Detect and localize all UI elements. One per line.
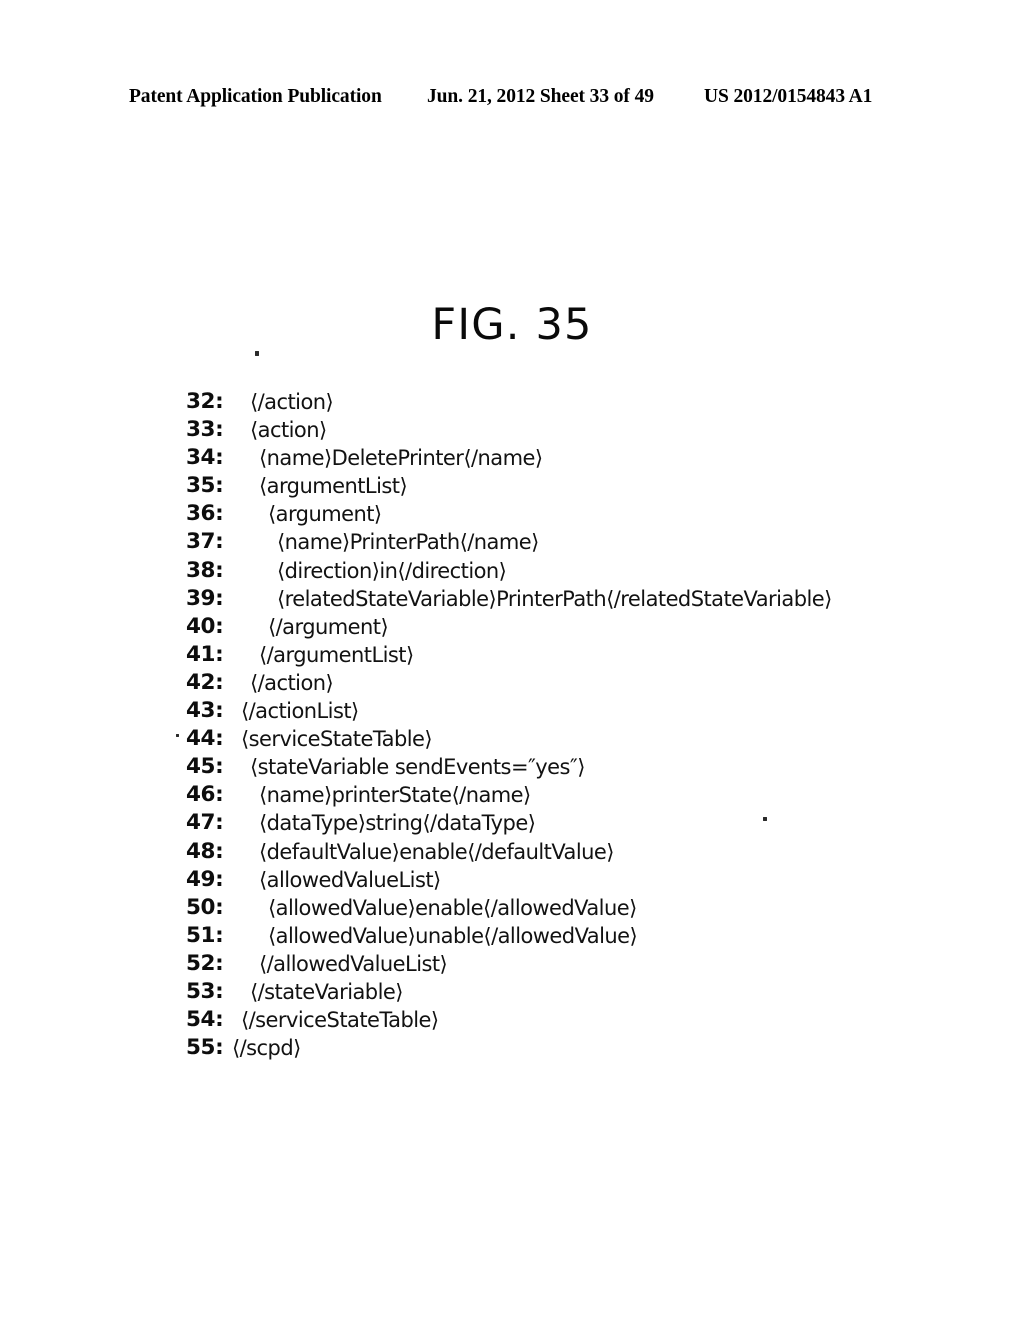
code-line: 43: ⟨/actionList⟩ (186, 697, 986, 725)
code-line: 45: ⟨stateVariable sendEvents=″yes″⟩ (186, 753, 986, 781)
line-code: ⟨name⟩DeletePrinter⟨/name⟩ (259, 446, 543, 471)
line-number: 47: (186, 810, 224, 836)
line-code: ⟨dataType⟩string⟨/dataType⟩ (259, 811, 536, 836)
code-line: 32: ⟨/action⟩ (186, 388, 986, 416)
line-number: 34: (186, 445, 224, 471)
line-code: ⟨allowedValue⟩unable⟨/allowedValue⟩ (268, 923, 638, 948)
line-code: ⟨direction⟩in⟨/direction⟩ (277, 558, 507, 583)
line-number: 35: (186, 473, 224, 499)
scan-speck (176, 734, 179, 737)
document-number: US 2012/0154843 A1 (704, 86, 873, 107)
code-line: 39: ⟨relatedStateVariable⟩PrinterPath⟨/re… (186, 585, 986, 613)
publication-date-and-sheet: Jun. 21, 2012 Sheet 33 of 49 (427, 86, 654, 107)
line-number: 33: (186, 417, 224, 443)
line-code: ⟨serviceStateTable⟩ (241, 727, 433, 752)
code-line: 49: ⟨allowedValueList⟩ (186, 866, 986, 894)
scan-speck (763, 817, 767, 821)
line-code: ⟨/scpd⟩ (232, 1036, 301, 1061)
code-line: 46: ⟨name⟩printerState⟨/name⟩ (186, 781, 986, 809)
code-line: 33: ⟨action⟩ (186, 416, 986, 444)
code-line: 50: ⟨allowedValue⟩enable⟨/allowedValue⟩ (186, 894, 986, 922)
line-number: 45: (186, 754, 224, 780)
code-line: 42: ⟨/action⟩ (186, 669, 986, 697)
line-number: 49: (186, 866, 224, 892)
line-code: ⟨defaultValue⟩enable⟨/defaultValue⟩ (259, 839, 614, 864)
line-number: 32: (186, 389, 224, 414)
code-listing: 32: ⟨/action⟩ 33: ⟨action⟩ 34: ⟨name⟩DeletePr… (186, 388, 986, 1062)
code-line: 54: ⟨/serviceStateTable⟩ (186, 1006, 986, 1034)
line-number: 38: (186, 557, 224, 583)
line-code: ⟨argumentList⟩ (259, 474, 408, 499)
line-code: ⟨/stateVariable⟩ (250, 979, 403, 1004)
line-number: 52: (186, 950, 224, 976)
line-code: ⟨/action⟩ (250, 670, 334, 695)
code-line: 47: ⟨dataType⟩string⟨/dataType⟩ (186, 809, 986, 837)
code-line: 55: ⟨/scpd⟩ (186, 1034, 986, 1062)
line-number: 36: (186, 501, 224, 527)
line-code: ⟨/actionList⟩ (241, 699, 359, 724)
line-code: ⟨/serviceStateTable⟩ (241, 1008, 439, 1033)
line-number: 51: (186, 922, 224, 948)
line-code: ⟨relatedStateVariable⟩PrinterPath⟨/relat… (277, 586, 832, 611)
line-number: 50: (186, 894, 224, 920)
code-line: 48: ⟨defaultValue⟩enable⟨/defaultValue⟩ (186, 838, 986, 866)
code-line: 52: ⟨/allowedValueList⟩ (186, 950, 986, 978)
line-number: 55: (186, 1035, 224, 1061)
patent-page: Patent Application Publication Jun. 21, … (0, 0, 1024, 1320)
code-line: 37: ⟨name⟩PrinterPath⟨/name⟩ (186, 528, 986, 556)
line-number: 41: (186, 641, 224, 667)
line-code: ⟨/argument⟩ (268, 614, 389, 639)
code-line: 44: ⟨serviceStateTable⟩ (186, 725, 986, 753)
line-code: ⟨allowedValueList⟩ (259, 867, 441, 892)
code-line: 53: ⟨/stateVariable⟩ (186, 978, 986, 1006)
line-number: 43: (186, 698, 224, 724)
line-number: 53: (186, 978, 224, 1004)
line-code: ⟨stateVariable sendEvents=″yes″⟩ (250, 755, 585, 780)
code-line: 35: ⟨argumentList⟩ (186, 472, 986, 500)
running-head: Patent Application Publication Jun. 21, … (0, 86, 1024, 112)
line-code: ⟨name⟩printerState⟨/name⟩ (259, 783, 531, 808)
line-number: 39: (186, 585, 224, 611)
line-code: ⟨/argumentList⟩ (259, 642, 414, 667)
line-number: 42: (186, 669, 224, 695)
line-code: ⟨action⟩ (250, 418, 327, 443)
publication-label: Patent Application Publication (129, 86, 382, 107)
line-number: 44: (186, 726, 224, 752)
line-code: ⟨argument⟩ (268, 502, 382, 527)
line-number: 54: (186, 1007, 224, 1033)
code-line: 36: ⟨argument⟩ (186, 500, 986, 528)
line-number: 48: (186, 838, 224, 864)
line-code: ⟨allowedValue⟩enable⟨/allowedValue⟩ (268, 895, 637, 920)
code-line: 34: ⟨name⟩DeletePrinter⟨/name⟩ (186, 444, 986, 472)
line-code: ⟨/action⟩ (250, 390, 334, 414)
figure-title: FIG. 35 (431, 300, 593, 350)
line-number: 46: (186, 782, 224, 808)
scan-speck (255, 351, 259, 356)
line-number: 40: (186, 613, 224, 639)
code-line: 40: ⟨/argument⟩ (186, 613, 986, 641)
line-code: ⟨name⟩PrinterPath⟨/name⟩ (277, 530, 539, 555)
code-line: 51: ⟨allowedValue⟩unable⟨/allowedValue⟩ (186, 922, 986, 950)
code-line: 38: ⟨direction⟩in⟨/direction⟩ (186, 557, 986, 585)
line-code: ⟨/allowedValueList⟩ (259, 951, 448, 976)
code-line: 41: ⟨/argumentList⟩ (186, 641, 986, 669)
line-number: 37: (186, 529, 224, 555)
